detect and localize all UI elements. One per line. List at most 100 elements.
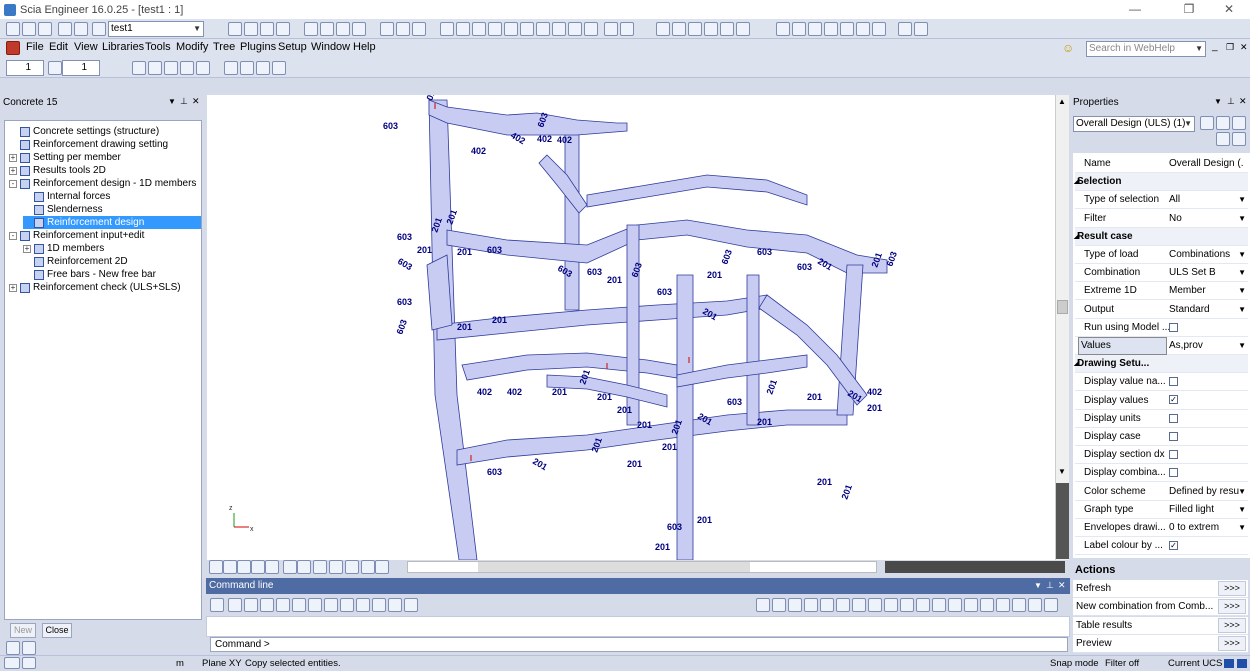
property-checkbox[interactable] (1169, 431, 1178, 441)
settings-icon[interactable] (48, 61, 62, 75)
menu-view[interactable]: View (74, 41, 98, 53)
tool-icon[interactable] (824, 22, 838, 36)
pin-icon[interactable]: ⊥ (180, 96, 188, 107)
menu-setup[interactable]: Setup (278, 41, 307, 53)
scroll-thumb[interactable] (1057, 300, 1068, 314)
snap-mode-button[interactable]: Snap mode (1050, 658, 1099, 670)
menu-tree[interactable]: Tree (213, 41, 235, 53)
print-icon[interactable] (336, 22, 350, 36)
minimize-icon[interactable]: — (1112, 0, 1158, 19)
model-viewport[interactable]: 603 01 402 402 402 201 603 201 603 201 201 603 402 60… (207, 95, 1055, 560)
zoom-icon[interactable] (380, 22, 394, 36)
smiley-icon[interactable]: ☺ (1062, 41, 1074, 55)
chevron-down-icon[interactable]: ▼ (1238, 501, 1246, 519)
action-run-button[interactable]: >>> (1218, 581, 1246, 596)
property-row[interactable]: Output Standard ▼ (1075, 301, 1248, 319)
pin-icon[interactable]: ⊥ (1046, 580, 1054, 591)
status-icon[interactable] (1237, 659, 1247, 668)
view-icon[interactable] (345, 560, 359, 574)
mdi-minimize-icon[interactable]: _ (1212, 41, 1218, 52)
search-input[interactable]: Search in WebHelp ▼ (1086, 41, 1206, 57)
chevron-down-icon[interactable]: ▼ (1238, 337, 1246, 355)
snap-icon[interactable] (820, 598, 834, 612)
property-row[interactable]: Label colour by ... ✓ (1075, 537, 1248, 556)
property-row[interactable]: Combination ULS Set B ▼ (1075, 264, 1248, 283)
tree-item[interactable]: - Reinforcement design - 1D members (9, 177, 196, 190)
property-value[interactable]: As,prov (1169, 337, 1244, 355)
filter-button[interactable]: Filter off (1105, 658, 1139, 670)
view-icon[interactable] (251, 560, 265, 574)
view-icon[interactable] (237, 560, 251, 574)
property-checkbox[interactable] (1169, 322, 1178, 332)
expand-icon[interactable]: + (23, 244, 31, 253)
action-row[interactable]: Table results >>> (1073, 616, 1248, 635)
tool-icon[interactable] (272, 61, 286, 75)
tool-icon[interactable] (404, 598, 418, 612)
view-icon[interactable] (313, 560, 327, 574)
splitter[interactable] (1056, 483, 1069, 559)
property-row[interactable]: Type of load Combinations ▼ (1075, 246, 1248, 264)
select-pointer-icon[interactable] (210, 598, 224, 612)
scroll-down-icon[interactable]: ▼ (1058, 467, 1066, 476)
property-checkbox[interactable]: ✓ (1169, 541, 1178, 551)
ucs-button[interactable]: Current UCS (1168, 658, 1222, 670)
tab-icon[interactable] (6, 641, 20, 655)
menu-plugins[interactable]: Plugins (240, 41, 276, 53)
zoom-window-icon[interactable] (568, 22, 582, 36)
tab-scroll-area[interactable] (885, 561, 1065, 573)
tab-icon[interactable] (4, 657, 20, 669)
structure-icon[interactable] (656, 22, 670, 36)
tool-icon[interactable] (356, 598, 370, 612)
tab-icon[interactable] (22, 641, 36, 655)
snap-icon[interactable] (788, 598, 802, 612)
zoom-icon[interactable] (412, 22, 426, 36)
tool-icon[interactable] (372, 598, 386, 612)
property-row[interactable]: Display units (1075, 410, 1248, 428)
undo-icon[interactable] (58, 22, 72, 36)
snap-icon[interactable] (900, 598, 914, 612)
tool-icon[interactable] (324, 598, 338, 612)
property-row[interactable]: Envelopes drawi... 0 to extrem ▼ (1075, 519, 1248, 537)
tool-icon[interactable] (872, 22, 886, 36)
tree-item[interactable]: Reinforcement 2D (23, 255, 128, 268)
property-checkbox[interactable] (1169, 468, 1178, 478)
tool-icon[interactable] (164, 61, 178, 75)
snap-icon[interactable] (948, 598, 962, 612)
property-row[interactable]: Name Overall Design (... (1075, 155, 1248, 173)
property-value[interactable]: Defined by resu (1169, 483, 1244, 501)
print-icon[interactable] (304, 22, 318, 36)
expand-icon[interactable]: + (9, 283, 17, 292)
property-row[interactable]: Display values ✓ (1075, 392, 1248, 410)
property-row[interactable]: Values As,prov ▼ (1075, 337, 1248, 355)
snap-icon[interactable] (756, 598, 770, 612)
snap-icon[interactable] (964, 598, 978, 612)
property-row[interactable]: Display combina... (1075, 464, 1248, 483)
action-run-button[interactable]: >>> (1218, 635, 1246, 651)
tree-item[interactable]: Concrete settings (structure) (9, 125, 159, 138)
tool-icon[interactable] (180, 61, 194, 75)
property-value[interactable]: Member (1169, 282, 1244, 300)
app-menu-icon[interactable] (6, 41, 20, 55)
tab-icon[interactable] (22, 657, 36, 669)
tool-icon[interactable] (776, 22, 790, 36)
property-row[interactable]: Display case (1075, 428, 1248, 446)
snap-icon[interactable] (884, 598, 898, 612)
view-icon[interactable] (361, 560, 375, 574)
redo-icon[interactable] (74, 22, 88, 36)
structure-icon[interactable] (720, 22, 734, 36)
tool-icon[interactable] (196, 61, 210, 75)
structure-icon[interactable] (672, 22, 686, 36)
property-row[interactable]: Display section dx (1075, 446, 1248, 465)
tool-icon[interactable] (260, 598, 274, 612)
tool-icon[interactable] (914, 22, 928, 36)
snap-icon[interactable] (1012, 598, 1026, 612)
view-tool-icon[interactable] (276, 22, 290, 36)
collapse-icon[interactable]: - (9, 179, 17, 188)
save-icon[interactable] (38, 22, 52, 36)
render-icon[interactable] (604, 22, 618, 36)
tree-item[interactable]: - Reinforcement input+edit (9, 229, 144, 242)
close-icon[interactable]: ✕ (1239, 96, 1247, 107)
select-icon[interactable] (440, 22, 454, 36)
mdi-restore-icon[interactable]: ❐ (1226, 42, 1234, 53)
snap-icon[interactable] (916, 598, 930, 612)
